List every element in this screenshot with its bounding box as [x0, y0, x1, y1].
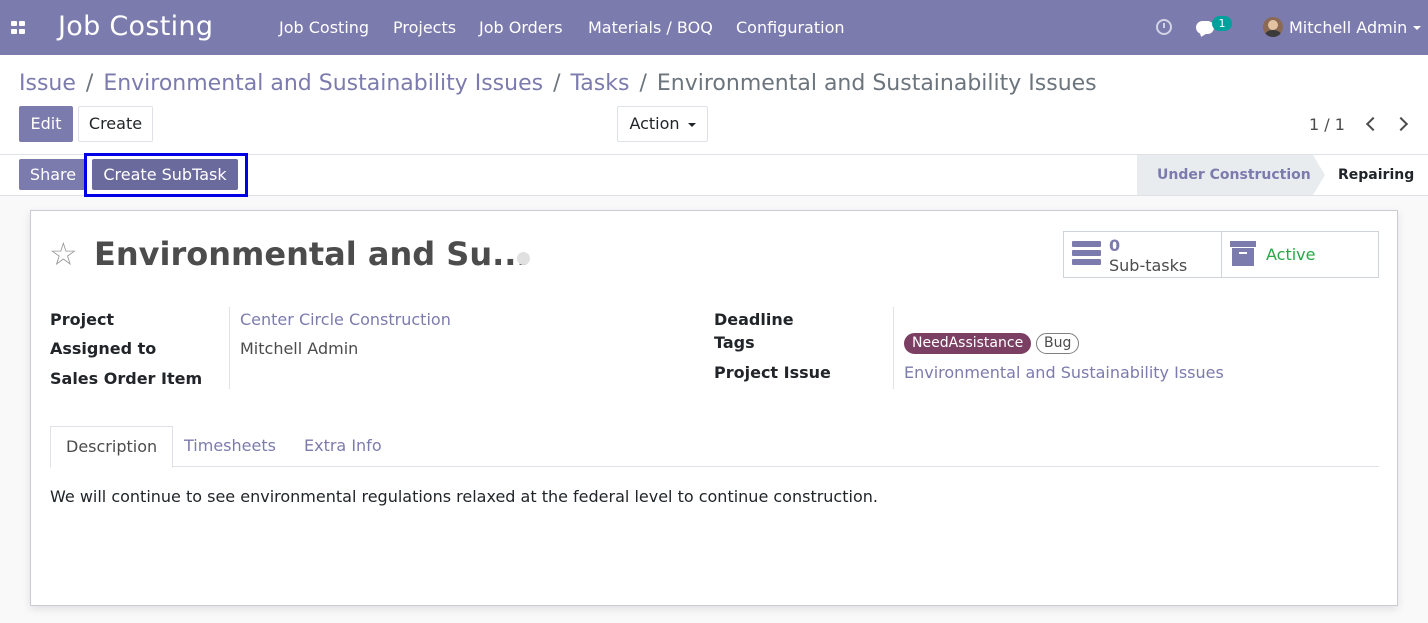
project-value[interactable]: Center Circle Construction — [240, 310, 451, 329]
breadcrumb-separator: / — [639, 71, 647, 96]
project-issue-label: Project Issue — [714, 363, 831, 382]
breadcrumb-separator: / — [553, 71, 561, 96]
pager-value[interactable]: 1 / 1 — [1309, 115, 1345, 134]
top-navbar: Job Costing Job Costing Projects Job Ord… — [0, 0, 1428, 55]
project-issue-value[interactable]: Environmental and Sustainability Issues — [904, 363, 1224, 382]
share-button[interactable]: Share — [19, 159, 87, 190]
tag-need-assistance[interactable]: NeedAssistance — [904, 333, 1032, 354]
field-divider — [229, 307, 230, 389]
active-toggle-button[interactable]: Active — [1221, 231, 1379, 278]
subtasks-label: Sub-tasks — [1109, 256, 1188, 275]
app-title[interactable]: Job Costing — [58, 11, 213, 42]
notebook-tabs: Description Timesheets Extra Info — [50, 426, 1379, 468]
description-text[interactable]: We will continue to see environmental re… — [50, 487, 878, 506]
breadcrumb-separator: / — [85, 71, 94, 96]
project-label: Project — [50, 310, 115, 329]
chat-count-badge: 1 — [1212, 16, 1232, 31]
statusbar: Share Create SubTask Under Construction … — [0, 153, 1428, 197]
field-divider — [893, 307, 894, 389]
avatar[interactable] — [1263, 17, 1283, 37]
menu-materials-boq[interactable]: Materials / BOQ — [588, 18, 713, 37]
control-panel: Issue / Environmental and Sustainability… — [0, 55, 1428, 155]
tags-label: Tags — [714, 333, 755, 352]
stage-under-construction[interactable]: Under Construction — [1137, 155, 1325, 195]
tag-bug[interactable]: Bug — [1036, 333, 1080, 354]
stage-repairing[interactable]: Repairing — [1325, 155, 1428, 195]
highlight-box — [84, 153, 248, 197]
active-label: Active — [1266, 245, 1316, 264]
subtasks-count: 0 — [1109, 236, 1121, 255]
tab-timesheets[interactable]: Timesheets — [169, 426, 291, 467]
tab-extra-info[interactable]: Extra Info — [289, 426, 397, 467]
sales-order-item-label: Sales Order Item — [50, 369, 203, 388]
breadcrumb-issue[interactable]: Issue — [19, 71, 76, 96]
status-dot[interactable] — [517, 252, 530, 265]
action-dropdown[interactable]: Action — [617, 106, 708, 142]
chevron-left-icon[interactable] — [1365, 116, 1381, 132]
assigned-to-value[interactable]: Mitchell Admin — [240, 339, 358, 358]
chevron-right-icon[interactable] — [1393, 116, 1409, 132]
deadline-label: Deadline — [714, 310, 794, 329]
menu-job-costing[interactable]: Job Costing — [279, 18, 369, 37]
menu-job-orders[interactable]: Job Orders — [479, 18, 563, 37]
apps-grid-icon[interactable] — [11, 21, 27, 35]
clock-icon[interactable] — [1156, 19, 1172, 35]
archive-icon — [1230, 241, 1256, 266]
breadcrumb-tasks[interactable]: Tasks — [571, 71, 630, 96]
assigned-to-label: Assigned to — [50, 339, 157, 358]
star-icon[interactable]: ☆ — [49, 238, 78, 270]
menu-projects[interactable]: Projects — [393, 18, 456, 37]
user-menu[interactable]: Mitchell Admin — [1289, 18, 1407, 37]
action-label: Action — [629, 114, 680, 133]
breadcrumb-issue-record[interactable]: Environmental and Sustainability Issues — [103, 71, 543, 96]
breadcrumb-current: Environmental and Sustainability Issues — [656, 71, 1097, 96]
edit-button[interactable]: Edit — [19, 106, 73, 142]
menu-configuration[interactable]: Configuration — [736, 18, 845, 37]
form-sheet: ☆ Environmental and Su... 0 Sub-tasks Ac… — [30, 210, 1398, 606]
subtasks-button[interactable]: 0 Sub-tasks — [1063, 231, 1222, 278]
caret-down-icon[interactable] — [1413, 26, 1421, 30]
record-title: Environmental and Su... — [94, 235, 529, 273]
tab-description[interactable]: Description — [50, 426, 174, 468]
caret-down-icon — [687, 122, 696, 127]
create-button[interactable]: Create — [78, 106, 153, 142]
subtasks-icon — [1072, 241, 1101, 266]
breadcrumb: Issue / Environmental and Sustainability… — [19, 71, 1097, 96]
